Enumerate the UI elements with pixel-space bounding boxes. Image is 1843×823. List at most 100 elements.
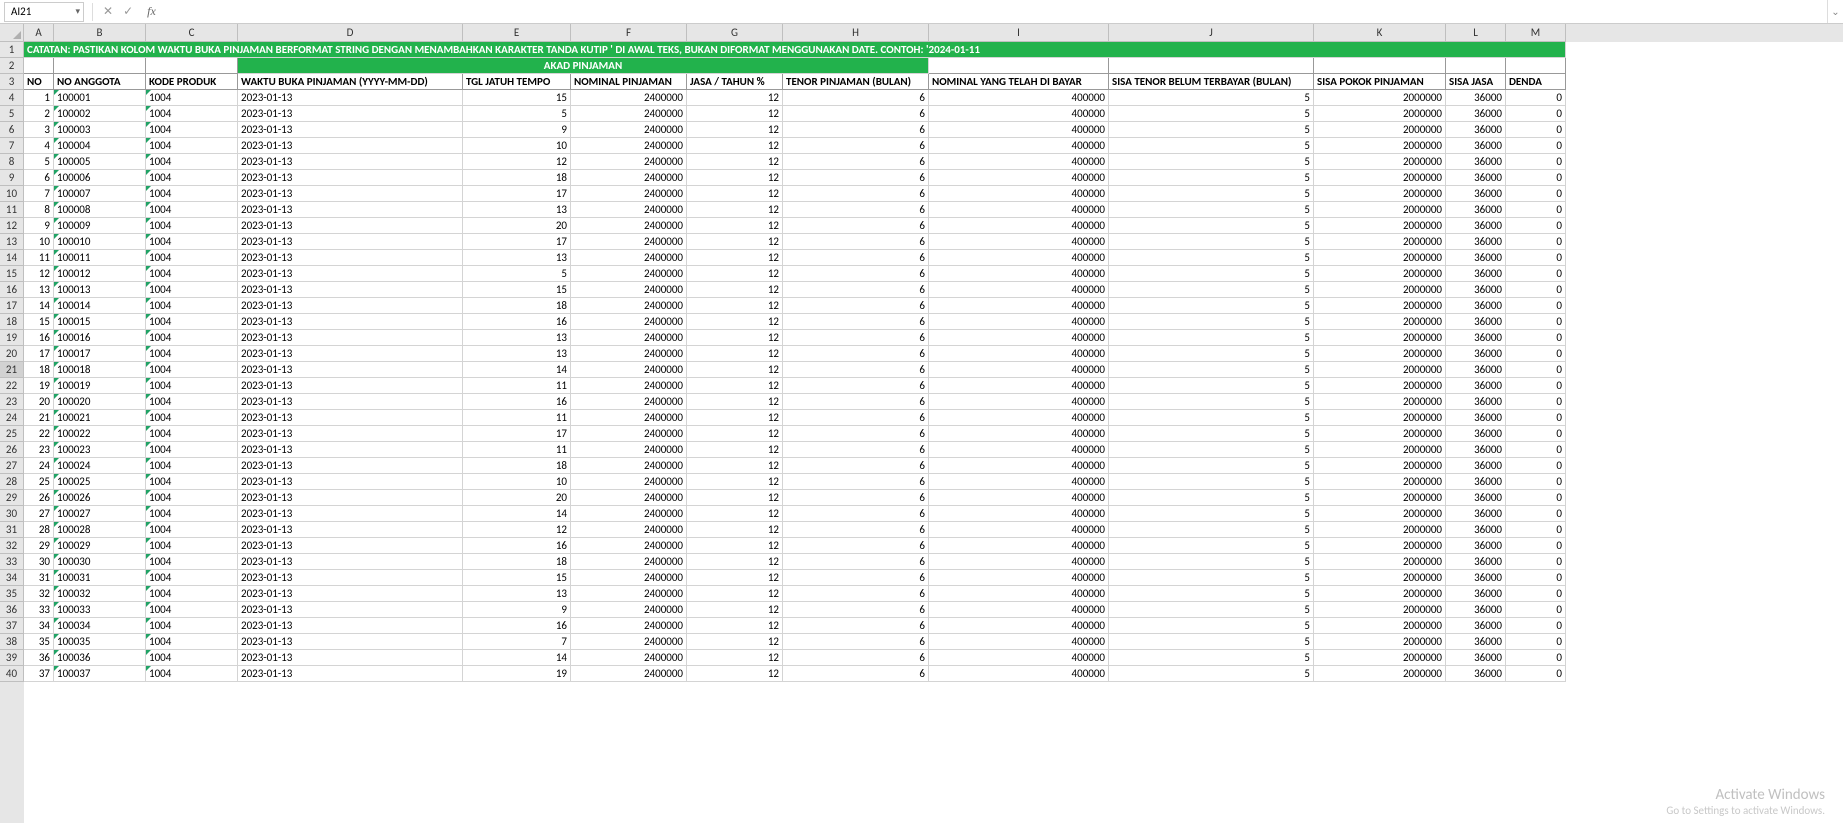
row-header[interactable]: 13 <box>0 234 24 250</box>
cell-B[interactable]: 100014 <box>54 298 146 314</box>
cell-A[interactable]: 28 <box>24 522 54 538</box>
cell-E[interactable]: 10 <box>463 138 571 154</box>
row-header[interactable]: 28 <box>0 474 24 490</box>
cell-L[interactable]: 36000 <box>1446 202 1506 218</box>
cell-H[interactable]: 6 <box>783 186 929 202</box>
cell-F[interactable]: 2400000 <box>571 330 687 346</box>
row-header[interactable]: 24 <box>0 410 24 426</box>
cell-M[interactable]: 0 <box>1506 618 1566 634</box>
row-header[interactable]: 32 <box>0 538 24 554</box>
cell-C[interactable]: 1004 <box>146 314 238 330</box>
cell-E[interactable]: 20 <box>463 218 571 234</box>
cell-F[interactable]: 2400000 <box>571 666 687 682</box>
cell-I[interactable]: 400000 <box>929 650 1109 666</box>
column-header-K[interactable]: K <box>1314 24 1446 42</box>
cell-F[interactable]: 2400000 <box>571 154 687 170</box>
cell-F[interactable]: 2400000 <box>571 634 687 650</box>
cell-C[interactable]: 1004 <box>146 282 238 298</box>
cell-L[interactable]: 36000 <box>1446 442 1506 458</box>
cell-H[interactable]: 6 <box>783 474 929 490</box>
cell-D[interactable]: 2023-01-13 <box>238 378 463 394</box>
cell-G[interactable]: 12 <box>687 378 783 394</box>
cell-D[interactable]: 2023-01-13 <box>238 298 463 314</box>
cell-J[interactable]: 5 <box>1109 490 1314 506</box>
cell-K[interactable]: 2000000 <box>1314 442 1446 458</box>
cell-G[interactable]: 12 <box>687 122 783 138</box>
cell-C[interactable]: 1004 <box>146 426 238 442</box>
cell-B[interactable]: 100022 <box>54 426 146 442</box>
cell-L[interactable]: 36000 <box>1446 666 1506 682</box>
cell-C[interactable]: 1004 <box>146 202 238 218</box>
cell-M[interactable]: 0 <box>1506 234 1566 250</box>
cell-J[interactable]: 5 <box>1109 570 1314 586</box>
cell-G[interactable]: 12 <box>687 186 783 202</box>
cell-H[interactable]: 6 <box>783 538 929 554</box>
cell-M[interactable]: 0 <box>1506 394 1566 410</box>
cell-M[interactable]: 0 <box>1506 442 1566 458</box>
cell-L[interactable]: 36000 <box>1446 250 1506 266</box>
column-header-G[interactable]: G <box>687 24 783 42</box>
row-header[interactable]: 9 <box>0 170 24 186</box>
cell-H[interactable]: 6 <box>783 458 929 474</box>
row-header[interactable]: 20 <box>0 346 24 362</box>
cell-L[interactable]: 36000 <box>1446 378 1506 394</box>
cell-E[interactable]: 16 <box>463 618 571 634</box>
cell-E[interactable]: 18 <box>463 458 571 474</box>
cell-B[interactable]: 100006 <box>54 170 146 186</box>
cell-D[interactable]: 2023-01-13 <box>238 426 463 442</box>
cell-K[interactable]: 2000000 <box>1314 330 1446 346</box>
fx-icon[interactable]: fx <box>147 4 156 19</box>
row-header[interactable]: 29 <box>0 490 24 506</box>
cell-H[interactable]: 6 <box>783 362 929 378</box>
cell-D[interactable]: 2023-01-13 <box>238 314 463 330</box>
cell-J[interactable]: 5 <box>1109 458 1314 474</box>
cell-H[interactable]: 6 <box>783 154 929 170</box>
cell-K[interactable]: 2000000 <box>1314 138 1446 154</box>
cell-A[interactable]: 19 <box>24 378 54 394</box>
cell-D[interactable]: 2023-01-13 <box>238 442 463 458</box>
cell-G[interactable]: 12 <box>687 218 783 234</box>
cell-E[interactable]: 16 <box>463 538 571 554</box>
cell-B[interactable]: 100024 <box>54 458 146 474</box>
cell-F[interactable]: 2400000 <box>571 218 687 234</box>
cell-B[interactable]: 100007 <box>54 186 146 202</box>
cell-B[interactable]: 100011 <box>54 250 146 266</box>
column-header-A[interactable]: A <box>24 24 54 42</box>
cell-D[interactable]: 2023-01-13 <box>238 602 463 618</box>
cell-G[interactable]: 12 <box>687 650 783 666</box>
cell-F[interactable]: 2400000 <box>571 650 687 666</box>
cell-C[interactable]: 1004 <box>146 522 238 538</box>
cell-B[interactable]: 100015 <box>54 314 146 330</box>
row-header[interactable]: 21 <box>0 362 24 378</box>
cell-F[interactable]: 2400000 <box>571 106 687 122</box>
cell-E[interactable]: 13 <box>463 330 571 346</box>
cell-D[interactable]: 2023-01-13 <box>238 538 463 554</box>
header-C[interactable]: KODE PRODUK <box>146 74 238 90</box>
cell-C[interactable]: 1004 <box>146 106 238 122</box>
cell-F[interactable]: 2400000 <box>571 378 687 394</box>
cell-J[interactable]: 5 <box>1109 202 1314 218</box>
cell-F[interactable]: 2400000 <box>571 458 687 474</box>
cell-B[interactable]: 100032 <box>54 586 146 602</box>
empty-header-cell[interactable] <box>1314 58 1446 74</box>
cell-G[interactable]: 12 <box>687 234 783 250</box>
cell-E[interactable]: 15 <box>463 570 571 586</box>
header-I[interactable]: NOMINAL YANG TELAH DI BAYAR <box>929 74 1109 90</box>
cell-I[interactable]: 400000 <box>929 202 1109 218</box>
name-box[interactable]: AI21 ▾ <box>4 2 84 22</box>
cell-G[interactable]: 12 <box>687 90 783 106</box>
cell-A[interactable]: 17 <box>24 346 54 362</box>
cell-E[interactable]: 16 <box>463 314 571 330</box>
cell-H[interactable]: 6 <box>783 234 929 250</box>
column-header-M[interactable]: M <box>1506 24 1566 42</box>
cell-G[interactable]: 12 <box>687 442 783 458</box>
cell-D[interactable]: 2023-01-13 <box>238 106 463 122</box>
cell-F[interactable]: 2400000 <box>571 234 687 250</box>
cell-D[interactable]: 2023-01-13 <box>238 266 463 282</box>
cell-M[interactable]: 0 <box>1506 570 1566 586</box>
cell-L[interactable]: 36000 <box>1446 474 1506 490</box>
cell-B[interactable]: 100036 <box>54 650 146 666</box>
cell-K[interactable]: 2000000 <box>1314 522 1446 538</box>
cell-I[interactable]: 400000 <box>929 234 1109 250</box>
cell-C[interactable]: 1004 <box>146 410 238 426</box>
